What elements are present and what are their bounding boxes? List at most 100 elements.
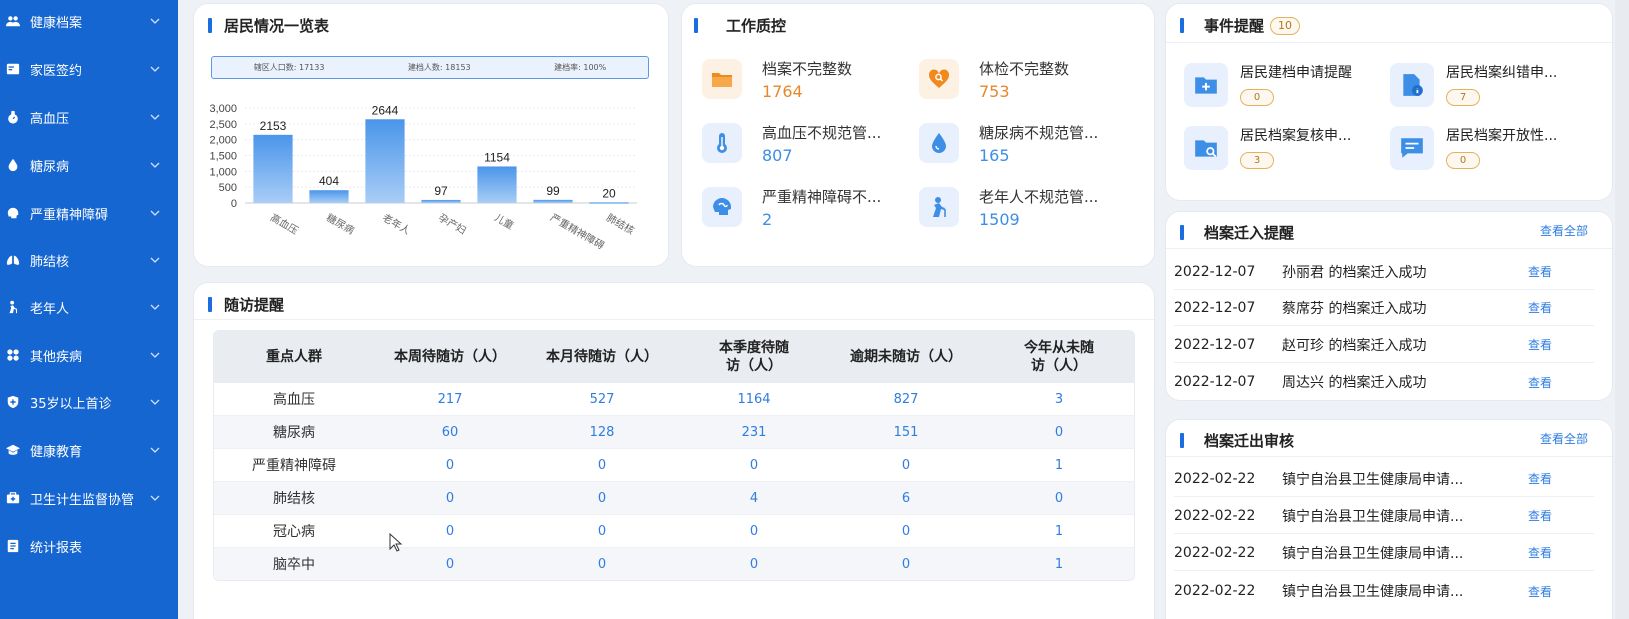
data-label: 2153 [260, 119, 287, 133]
cell-never[interactable]: 3 [982, 383, 1134, 415]
transfer-out-row: 2022-02-22 镇宁自治县卫生健康局申请... 查看 [1174, 535, 1594, 571]
qc-value: 807 [762, 146, 793, 165]
qc-value: 165 [979, 146, 1010, 165]
cell-never[interactable]: 0 [982, 482, 1134, 514]
sidebar-item-health-education[interactable]: 健康教育 [0, 430, 178, 470]
sidebar-item-elderly[interactable]: 老年人 [0, 287, 178, 327]
view-link[interactable]: 查看 [1528, 299, 1552, 316]
cell-overdue[interactable]: 827 [830, 383, 982, 415]
table-row[interactable]: 严重精神障碍 0 0 0 0 1 [214, 449, 1134, 482]
cell-month[interactable]: 128 [526, 416, 678, 448]
bar-4[interactable] [477, 166, 517, 203]
cell-week[interactable]: 0 [374, 449, 526, 481]
event-item-correction[interactable]: 居民档案纠错申... 7 [1390, 63, 1557, 107]
chevron-down-icon [150, 110, 164, 125]
view-link[interactable]: 查看 [1528, 470, 1552, 487]
cell-never[interactable]: 1 [982, 548, 1134, 580]
table-row[interactable]: 冠心病 0 0 0 0 1 [214, 515, 1134, 548]
cell-month[interactable]: 0 [526, 515, 678, 547]
event-item-open[interactable]: 居民档案开放性... 0 [1390, 126, 1557, 170]
sidebar-item-first-visit-35[interactable]: 35岁以上首诊 [0, 382, 178, 422]
qc-item-mental-irregular[interactable]: 严重精神障碍不... 2 [702, 187, 881, 231]
drop-icon [6, 158, 20, 172]
transfer-in-view-all-link[interactable]: 查看全部 [1540, 222, 1588, 239]
view-link[interactable]: 查看 [1528, 336, 1552, 353]
row-date: 2022-02-22 [1174, 544, 1256, 561]
cell-overdue[interactable]: 6 [830, 482, 982, 514]
sidebar-item-health-records[interactable]: 健康档案 [0, 1, 178, 41]
qc-label: 糖尿病不规范管... [979, 124, 1099, 142]
cell-quarter[interactable]: 0 [678, 548, 830, 580]
cell-month[interactable]: 527 [526, 383, 678, 415]
row-text: 蔡席芬 的档案迁入成功 [1282, 300, 1427, 317]
bar-5[interactable] [533, 199, 573, 203]
qc-item-incomplete-exams[interactable]: 体检不完整数 753 [919, 59, 1069, 103]
event-item-new-record[interactable]: 居民建档申请提醒 0 [1184, 63, 1352, 107]
sidebar-item-label: 老年人 [30, 301, 70, 317]
transfer-out-view-all-link[interactable]: 查看全部 [1540, 430, 1588, 447]
cell-never[interactable]: 1 [982, 449, 1134, 481]
sidebar-item-family-doctor[interactable]: 家医签约 [0, 49, 178, 89]
x-tick-label: 高血压 [268, 211, 300, 237]
cell-quarter[interactable]: 0 [678, 449, 830, 481]
table-row[interactable]: 高血压 217 527 1164 827 3 [214, 383, 1134, 416]
cell-quarter[interactable]: 0 [678, 515, 830, 547]
sidebar-item-label: 统计报表 [30, 540, 83, 556]
title-marker [1180, 225, 1184, 240]
qc-value: 1509 [979, 210, 1020, 229]
sidebar-item-diabetes[interactable]: 糖尿病 [0, 145, 178, 185]
cell-quarter[interactable]: 231 [678, 416, 830, 448]
table-row[interactable]: 肺结核 0 0 4 6 0 [214, 482, 1134, 515]
bar-1[interactable] [309, 190, 349, 203]
qc-item-incomplete-records[interactable]: 档案不完整数 1764 [702, 59, 852, 103]
view-link[interactable]: 查看 [1528, 544, 1552, 561]
transfer-in-row: 2022-12-07 蔡席芬 的档案迁入成功 查看 [1174, 290, 1594, 326]
table-row[interactable]: 脑卒中 0 0 0 0 1 [214, 548, 1134, 580]
event-item-review[interactable]: 居民档案复核申... 3 [1184, 126, 1351, 170]
row-date: 2022-12-07 [1174, 299, 1256, 316]
cell-week[interactable]: 60 [374, 416, 526, 448]
resident-summary-box: 辖区人口数: 17133 建档人数: 18153 建档率: 100% [211, 56, 649, 79]
table-row[interactable]: 糖尿病 60 128 231 151 0 [214, 416, 1134, 449]
qc-item-hypertension-irregular[interactable]: 高血压不规范管... 807 [702, 123, 881, 167]
graduation-cap-icon [6, 443, 20, 457]
grid-icon [6, 348, 20, 362]
event-count: 7 [1446, 89, 1480, 106]
sidebar-item-supervision[interactable]: 卫生计生监督协管 [0, 478, 178, 518]
row-group: 糖尿病 [273, 425, 315, 441]
sidebar-item-reports[interactable]: 统计报表 [0, 526, 178, 566]
page-scrollbar[interactable] [1615, 0, 1629, 619]
cell-overdue[interactable]: 0 [830, 449, 982, 481]
sidebar-item-mental[interactable]: 严重精神障碍 [0, 193, 178, 233]
cell-overdue[interactable]: 151 [830, 416, 982, 448]
cell-month[interactable]: 0 [526, 449, 678, 481]
sidebar-item-other-diseases[interactable]: 其他疾病 [0, 335, 178, 375]
cell-month[interactable]: 0 [526, 482, 678, 514]
row-text: 镇宁自治县卫生健康局申请... [1282, 508, 1464, 525]
view-link[interactable]: 查看 [1528, 263, 1552, 280]
bar-3[interactable] [421, 199, 461, 203]
message-icon [1390, 126, 1434, 170]
view-link[interactable]: 查看 [1528, 374, 1552, 391]
mouse-cursor-icon [389, 532, 403, 557]
cell-quarter[interactable]: 1164 [678, 383, 830, 415]
bar-6[interactable] [589, 202, 629, 204]
qc-item-elderly-irregular[interactable]: 老年人不规范管... 1509 [919, 187, 1098, 231]
sidebar-item-label: 健康档案 [30, 15, 83, 31]
cell-never[interactable]: 0 [982, 416, 1134, 448]
qc-item-diabetes-irregular[interactable]: 糖尿病不规范管... 165 [919, 123, 1098, 167]
cell-quarter[interactable]: 4 [678, 482, 830, 514]
bar-2[interactable] [365, 119, 405, 203]
cell-week[interactable]: 217 [374, 383, 526, 415]
cell-month[interactable]: 0 [526, 548, 678, 580]
cell-never[interactable]: 1 [982, 515, 1134, 547]
view-link[interactable]: 查看 [1528, 583, 1552, 600]
sidebar-item-tuberculosis[interactable]: 肺结核 [0, 240, 178, 280]
cell-overdue[interactable]: 0 [830, 548, 982, 580]
brain-icon [6, 206, 20, 220]
cell-week[interactable]: 0 [374, 482, 526, 514]
bar-0[interactable] [253, 134, 293, 203]
cell-overdue[interactable]: 0 [830, 515, 982, 547]
view-link[interactable]: 查看 [1528, 507, 1552, 524]
sidebar-item-hypertension[interactable]: 高血压 [0, 97, 178, 137]
